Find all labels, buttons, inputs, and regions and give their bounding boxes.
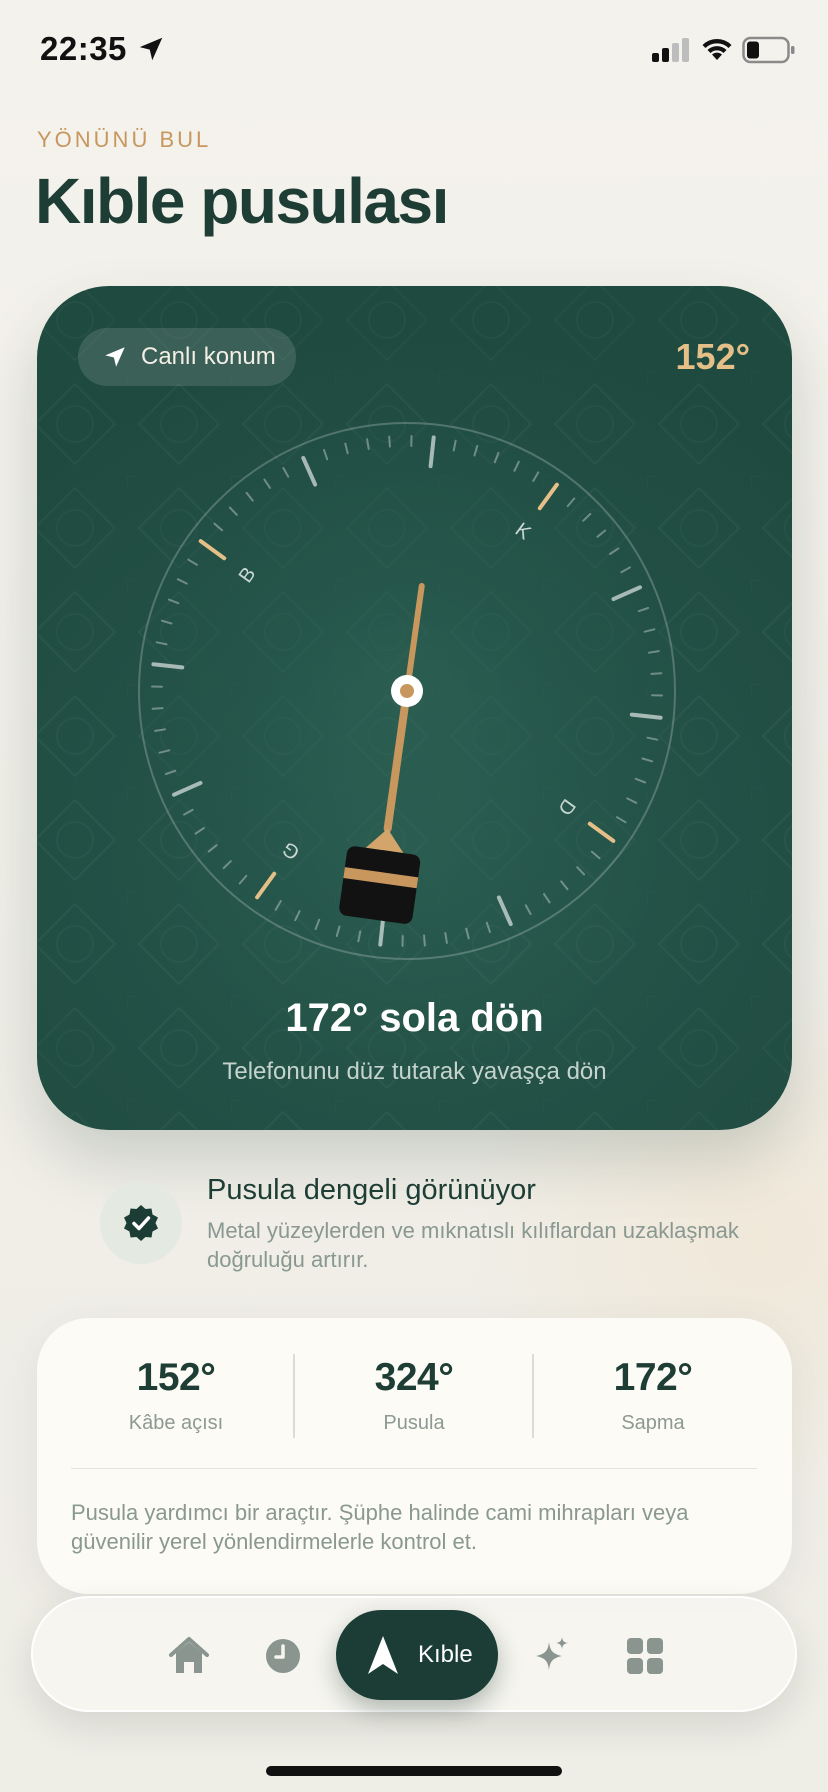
status-time: 22:35	[40, 30, 127, 67]
location-arrow-icon	[105, 347, 125, 367]
dial-tick	[423, 934, 426, 947]
stats-separator	[71, 1468, 757, 1469]
turn-instruction: 172° sola dön	[285, 996, 544, 1040]
grid-icon[interactable]	[623, 1634, 667, 1678]
dial-tick	[650, 672, 663, 675]
stat-value: 152°	[136, 1356, 216, 1399]
section-eyebrow: YÖNÜNÜ BUL	[37, 127, 212, 152]
tab-bar: Kıble	[31, 1596, 797, 1712]
live-location-label: Canlı konum	[141, 343, 276, 370]
compass-card: Canlı konum 152° K D G B 172° sola dön T…	[37, 286, 792, 1130]
sparkles-icon[interactable]	[529, 1634, 573, 1678]
home-icon[interactable]	[167, 1634, 211, 1678]
stat-compass: 324° Pusula	[294, 1356, 534, 1435]
tab-qibla-label: Kıble	[418, 1641, 473, 1668]
wifi-icon	[702, 38, 732, 60]
notice-text: Metal yüzeylerden ve mıknatıslı kılıflar…	[207, 1218, 739, 1272]
qibla-compass-screen: 22:35 YÖNÜNÜ BUL Kıble pusulası Canlı ko…	[0, 0, 828, 1792]
battery-icon	[742, 36, 795, 64]
status-bar: 22:35	[0, 0, 828, 100]
stats-disclaimer: Pusula yardımcı bir araçtır. Şüphe halin…	[71, 1500, 689, 1554]
notice-title: Pusula dengeli görünüyor	[207, 1174, 536, 1206]
stat-value: 172°	[613, 1356, 693, 1399]
signal-icon	[652, 38, 689, 62]
dial-tick	[151, 707, 164, 710]
verified-badge-icon	[100, 1182, 182, 1264]
home-indicator	[266, 1766, 562, 1776]
stats-card: 152° Kâbe açısı 324° Pusula 172° Sapma P…	[37, 1318, 792, 1594]
stat-kaaba-angle: 152° Kâbe açısı	[56, 1356, 296, 1435]
turn-hint: Telefonunu düz tutarak yavaşça dön	[222, 1058, 607, 1085]
stat-label: Pusula	[383, 1412, 445, 1434]
stat-value: 324°	[374, 1356, 454, 1399]
stat-deviation: 172° Sapma	[533, 1356, 773, 1435]
compass-arrow-icon	[368, 1636, 398, 1674]
clock-icon[interactable]	[261, 1634, 305, 1678]
tab-qibla[interactable]: Kıble	[336, 1610, 498, 1700]
location-arrow-icon	[139, 37, 163, 61]
qibla-heading-value: 152°	[675, 336, 750, 377]
compass-dial: K D G B	[138, 422, 676, 960]
stat-label: Kâbe açısı	[128, 1412, 224, 1434]
stat-label: Sapma	[621, 1412, 685, 1434]
page-title: Kıble pusulası	[35, 165, 449, 237]
dial-tick	[388, 435, 391, 448]
kaaba-icon	[339, 846, 421, 924]
live-location-chip[interactable]: Canlı konum	[78, 328, 296, 386]
